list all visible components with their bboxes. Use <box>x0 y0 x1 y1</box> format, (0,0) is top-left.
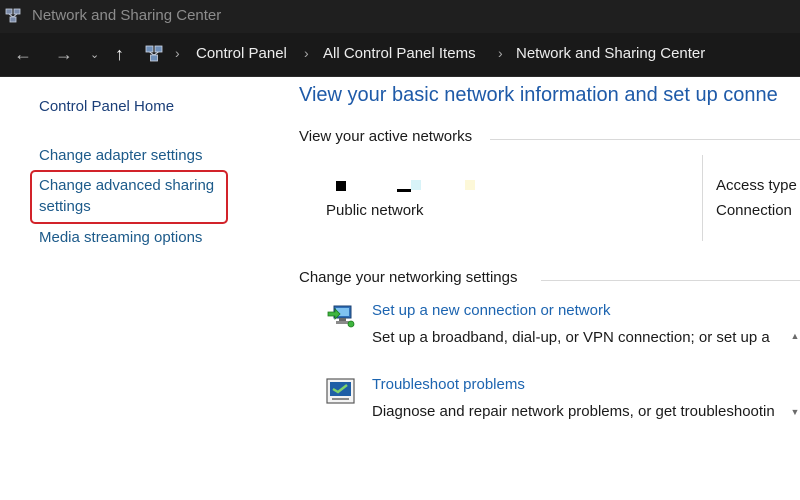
chevron-down-icon[interactable]: ⌄ <box>90 44 99 66</box>
setup-connection-link[interactable]: Set up a new connection or network <box>372 302 610 319</box>
connections-label: Connection <box>716 202 792 219</box>
scroll-up-arrow-icon[interactable]: ▲ <box>790 331 800 341</box>
breadcrumb-network-sharing-center[interactable]: Network and Sharing Center <box>516 45 705 62</box>
control-panel-location-icon <box>145 45 163 62</box>
title-bar: Network and Sharing Center <box>0 0 800 33</box>
change-advanced-sharing-link[interactable]: Change advanced sharing <box>39 177 214 194</box>
network-column-divider <box>702 155 703 241</box>
breadcrumb-control-panel[interactable]: Control Panel <box>196 45 287 62</box>
redacted-network-name <box>411 180 421 190</box>
arrow-right-icon[interactable]: → <box>55 43 73 65</box>
troubleshoot-icon[interactable] <box>326 376 356 406</box>
new-connection-icon[interactable] <box>326 300 356 330</box>
address-bar: ← → ⌄ ↑ › Control Panel › All Control Pa… <box>0 33 800 77</box>
section-divider <box>490 139 800 140</box>
troubleshoot-problems-link[interactable]: Troubleshoot problems <box>372 376 525 393</box>
breadcrumb-all-items[interactable]: All Control Panel Items <box>323 45 476 62</box>
redacted-network-name <box>336 181 346 191</box>
media-streaming-options-link[interactable]: Media streaming options <box>39 229 202 246</box>
breadcrumb-separator[interactable]: › <box>498 45 503 61</box>
arrow-left-icon[interactable]: ← <box>14 43 32 65</box>
active-networks-heading: View your active networks <box>299 128 473 145</box>
change-adapter-settings-link[interactable]: Change adapter settings <box>39 147 202 164</box>
access-type-label: Access type <box>716 177 797 194</box>
networking-settings-heading: Change your networking settings <box>299 269 518 286</box>
redacted-network-name <box>465 180 475 190</box>
arrow-up-icon[interactable]: ↑ <box>115 43 124 65</box>
page-title: View your basic network information and … <box>299 84 778 106</box>
scroll-down-arrow-icon[interactable]: ▼ <box>790 407 800 417</box>
setup-connection-description: Set up a broadband, dial-up, or VPN conn… <box>372 329 770 346</box>
breadcrumb-separator[interactable]: › <box>175 45 180 61</box>
network-icon <box>5 8 21 23</box>
breadcrumb-separator[interactable]: › <box>304 45 309 61</box>
window-title: Network and Sharing Center <box>32 7 222 24</box>
network-type-label: Public network <box>326 202 424 219</box>
section-divider <box>541 280 800 281</box>
change-advanced-sharing-link-line2[interactable]: settings <box>39 198 91 215</box>
redacted-network-name <box>397 189 411 192</box>
troubleshoot-description: Diagnose and repair network problems, or… <box>372 403 775 420</box>
control-panel-home-link[interactable]: Control Panel Home <box>39 98 174 115</box>
